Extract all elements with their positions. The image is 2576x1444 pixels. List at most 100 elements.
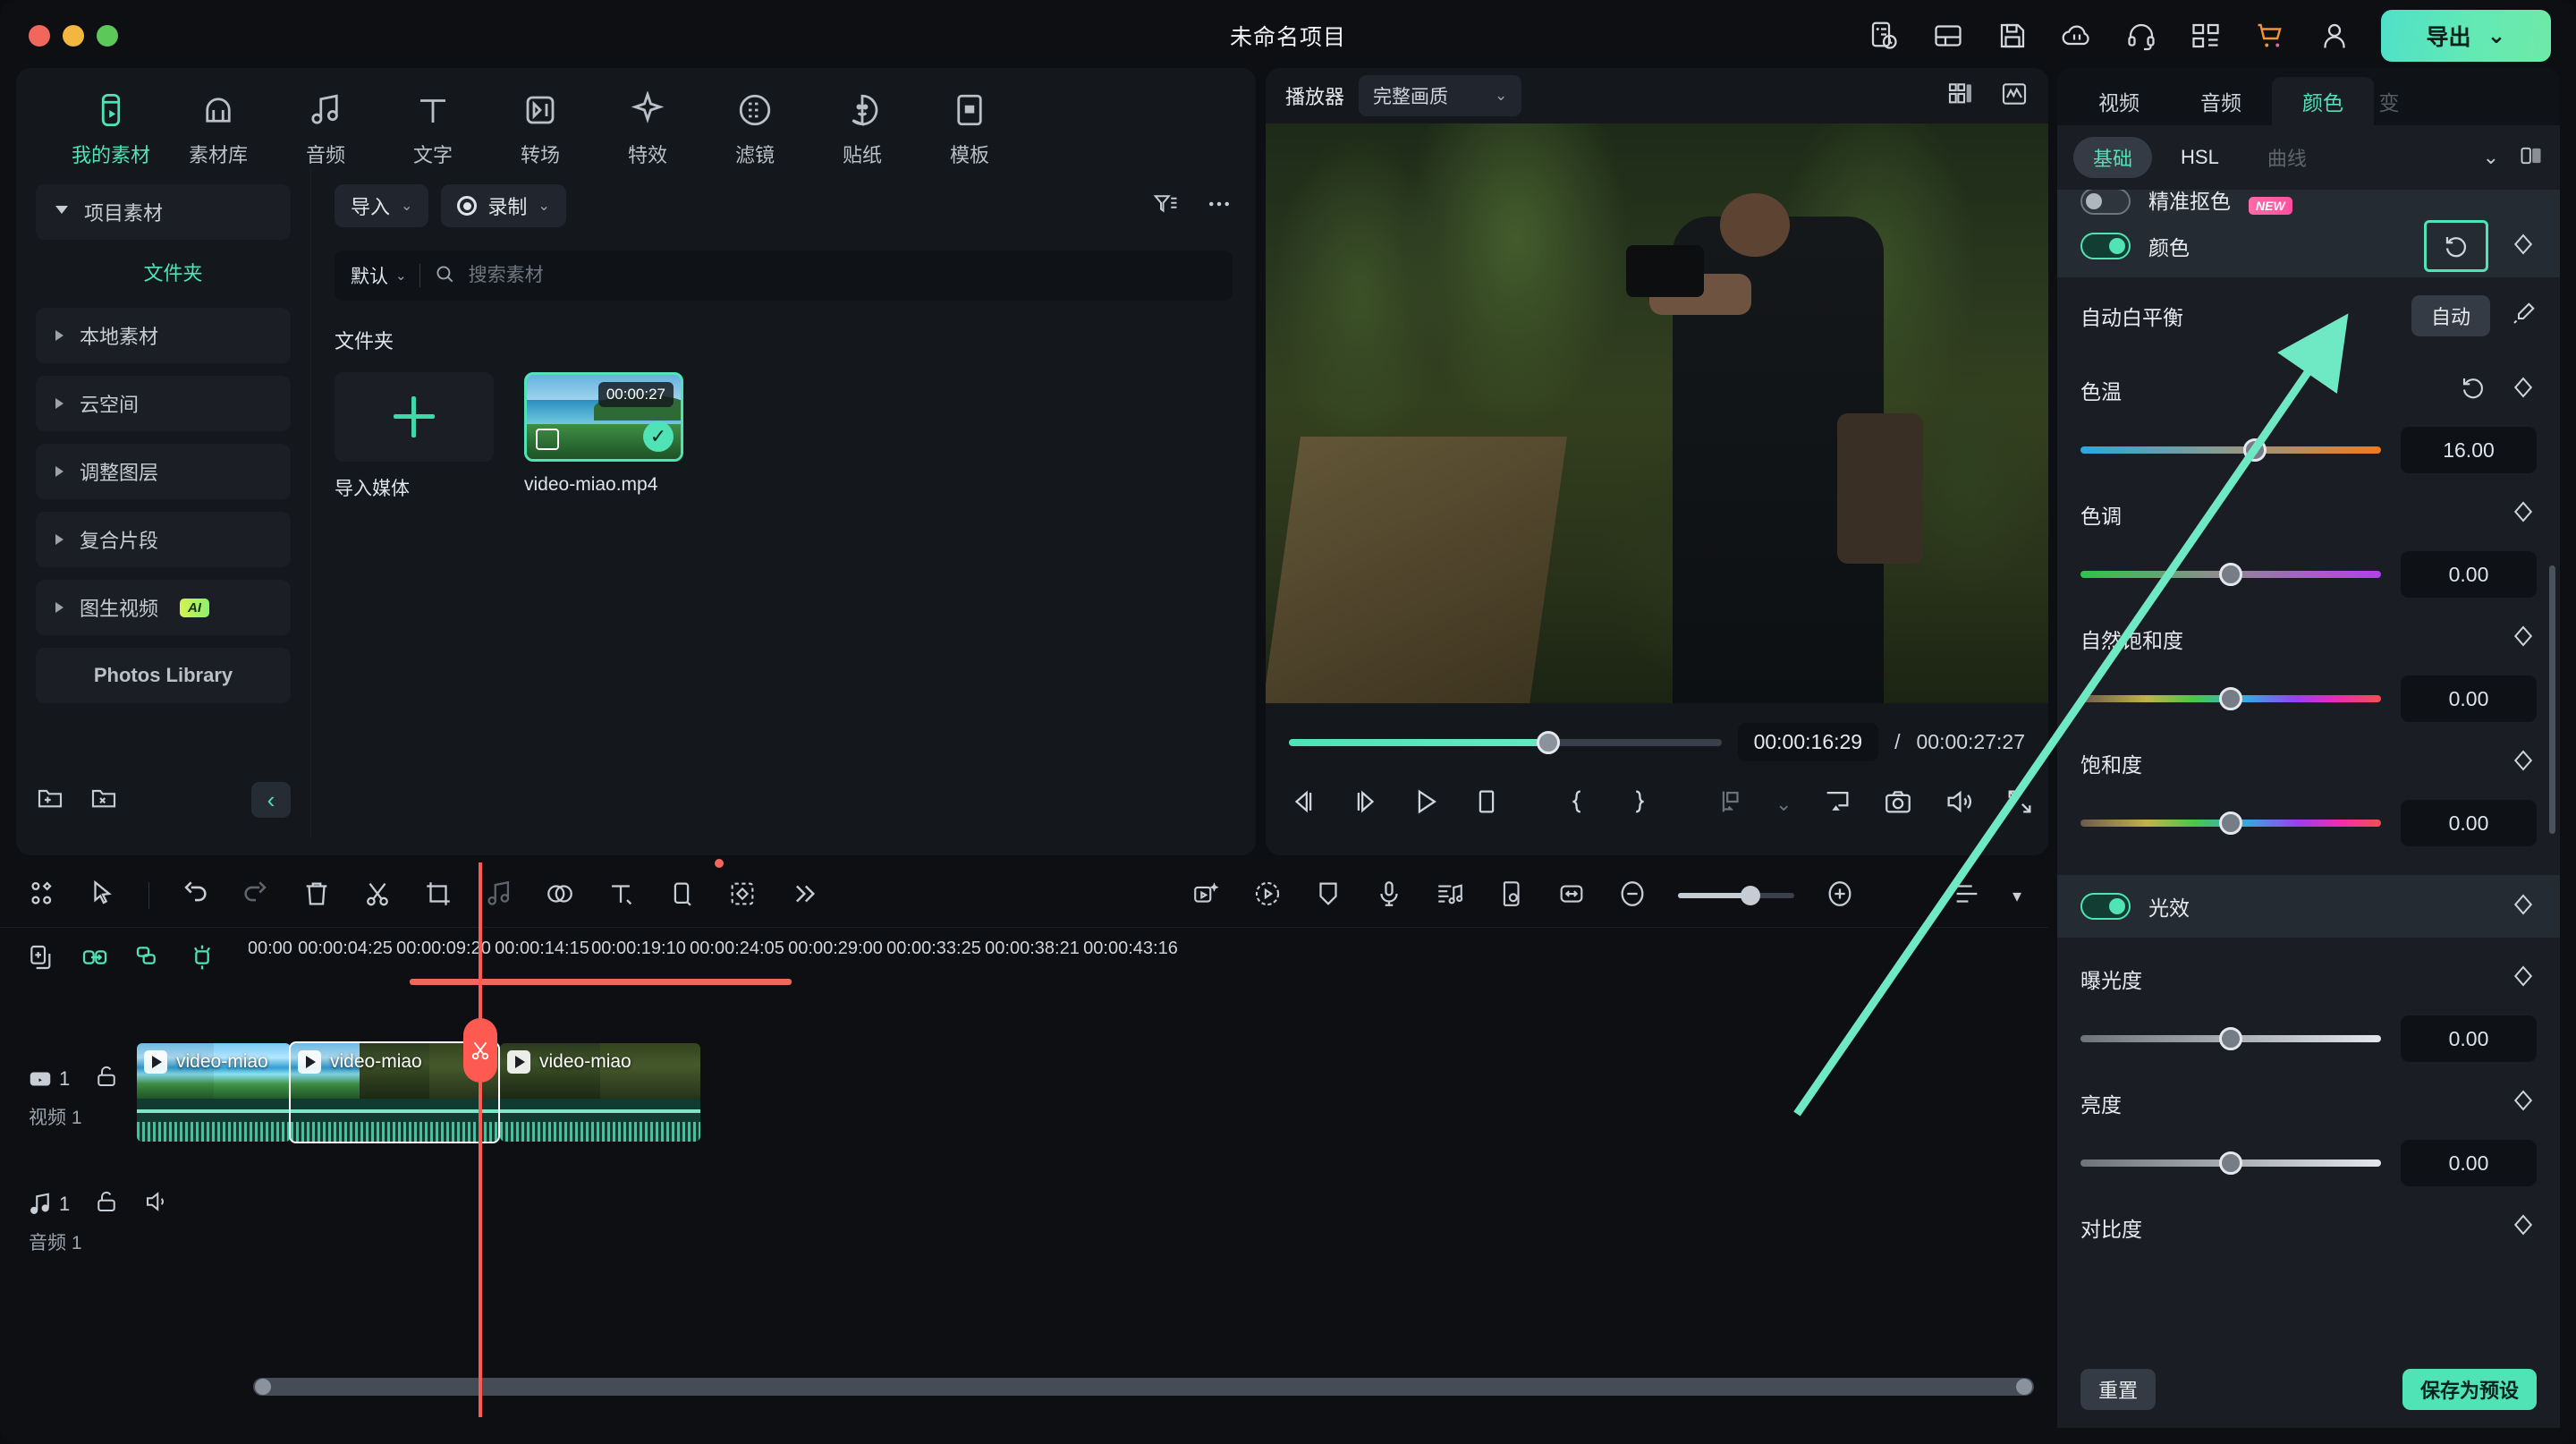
beat-sync-icon[interactable] bbox=[1435, 879, 1465, 913]
sidebar-item-adjustment-layer[interactable]: 调整图层 bbox=[36, 444, 291, 499]
subtab-hsl[interactable]: HSL bbox=[2161, 137, 2239, 178]
reset-button[interactable]: 重置 bbox=[2080, 1369, 2157, 1410]
slider-knob[interactable] bbox=[2242, 438, 2267, 462]
text-tool-icon[interactable] bbox=[606, 879, 636, 913]
sidebar-item-cloud[interactable]: 云空间 bbox=[36, 376, 291, 431]
category-filter[interactable]: 滤镜 bbox=[701, 91, 809, 168]
save-preset-button[interactable]: 保存为预设 bbox=[2402, 1369, 2537, 1410]
more-chevrons-icon[interactable] bbox=[788, 879, 818, 913]
headset-icon[interactable] bbox=[2123, 18, 2159, 54]
export-chevron-icon[interactable]: ⌄ bbox=[2487, 22, 2506, 49]
quality-dropdown[interactable]: 完整画质 ⌄ bbox=[1359, 75, 1522, 116]
compare-split-icon[interactable] bbox=[2519, 143, 2544, 173]
seek-knob[interactable] bbox=[1537, 730, 1561, 754]
speed-ramp-icon[interactable] bbox=[1252, 879, 1283, 913]
apps-grid-icon[interactable] bbox=[2188, 18, 2224, 54]
slider-knob[interactable] bbox=[2219, 1151, 2242, 1175]
auto-button[interactable]: 自动 bbox=[2411, 295, 2490, 336]
eyedropper-icon[interactable] bbox=[2510, 301, 2537, 332]
saturation-value[interactable]: 0.00 bbox=[2401, 800, 2537, 846]
section-precise-keying[interactable]: 精准抠色 NEW bbox=[2057, 190, 2560, 215]
fullscreen-icon[interactable] bbox=[2004, 786, 2035, 821]
category-stock-library[interactable]: 素材库 bbox=[165, 91, 272, 168]
subtab-basic[interactable]: 基础 bbox=[2073, 137, 2153, 178]
collapse-panel-icon[interactable]: ‹ bbox=[251, 782, 291, 818]
maximize-window-button[interactable] bbox=[97, 25, 118, 47]
minimize-window-button[interactable] bbox=[63, 25, 84, 47]
category-sticker[interactable]: 贴纸 bbox=[809, 91, 916, 168]
vibrance-slider[interactable] bbox=[2080, 687, 2381, 710]
track-chevron-icon[interactable]: ▾ bbox=[2012, 885, 2021, 907]
brightness-slider[interactable] bbox=[2080, 1151, 2381, 1175]
timeline-horizontal-scrollbar[interactable] bbox=[253, 1378, 2034, 1396]
tab-audio[interactable]: 音频 bbox=[2170, 77, 2272, 125]
mark-in-icon[interactable] bbox=[1563, 786, 1593, 821]
timeline-zoom-slider[interactable] bbox=[1677, 886, 1794, 905]
fit-timeline-icon[interactable] bbox=[1556, 879, 1587, 913]
video-preview[interactable] bbox=[1266, 123, 2048, 703]
add-track-icon[interactable] bbox=[27, 943, 55, 976]
reset-icon[interactable] bbox=[2424, 220, 2488, 272]
crop-icon[interactable] bbox=[423, 879, 453, 913]
sidebar-item-photos-library[interactable]: Photos Library bbox=[36, 648, 291, 703]
grid-view-icon[interactable] bbox=[1946, 80, 1975, 113]
tint-value[interactable]: 0.00 bbox=[2401, 551, 2537, 598]
volume-icon[interactable] bbox=[1944, 786, 1974, 821]
sidebar-item-img-to-video[interactable]: 图生视频 AI bbox=[36, 580, 291, 635]
cast-icon[interactable] bbox=[1822, 786, 1852, 821]
color-match-icon[interactable] bbox=[545, 879, 575, 913]
delete-icon[interactable] bbox=[301, 879, 332, 913]
audio-detach-icon[interactable] bbox=[484, 879, 514, 913]
keyframe-diamond-icon[interactable] bbox=[2510, 374, 2537, 405]
mute-icon[interactable] bbox=[143, 1188, 170, 1219]
section-light[interactable]: 光效 bbox=[2057, 875, 2560, 938]
sidebar-item-folder[interactable]: 文件夹 bbox=[36, 252, 291, 292]
search-input[interactable] bbox=[468, 265, 1216, 286]
temperature-value[interactable]: 16.00 bbox=[2401, 427, 2537, 473]
tab-color[interactable]: 颜色 bbox=[2272, 77, 2374, 125]
keyframe-diamond-icon[interactable] bbox=[2510, 963, 2537, 994]
temperature-slider[interactable] bbox=[2080, 438, 2381, 462]
slider-knob[interactable] bbox=[2219, 811, 2242, 835]
zoom-in-icon[interactable] bbox=[1825, 879, 1855, 913]
import-button[interactable]: 导入 ⌄ bbox=[335, 184, 429, 227]
keyframe-diamond-icon[interactable] bbox=[2510, 231, 2537, 262]
redo-icon[interactable] bbox=[241, 879, 271, 913]
ai-tools-icon[interactable] bbox=[1191, 879, 1222, 913]
lock-icon[interactable] bbox=[93, 1063, 120, 1094]
keyframe-diamond-icon[interactable] bbox=[2510, 747, 2537, 778]
snapshot-icon[interactable] bbox=[1883, 786, 1913, 821]
new-folder-icon[interactable] bbox=[36, 784, 64, 817]
voiceover-icon[interactable] bbox=[1374, 879, 1404, 913]
vibrance-value[interactable]: 0.00 bbox=[2401, 675, 2537, 722]
window-controls[interactable] bbox=[29, 25, 118, 47]
mask-tool-icon[interactable] bbox=[727, 879, 758, 913]
group-icon[interactable] bbox=[134, 943, 163, 976]
clip-tool-icon[interactable] bbox=[666, 858, 724, 913]
slider-knob[interactable] bbox=[2219, 1027, 2242, 1050]
tab-video[interactable]: 视频 bbox=[2068, 77, 2170, 125]
keyframe-diamond-icon[interactable] bbox=[2510, 1087, 2537, 1118]
timeline-clip[interactable]: video-miao bbox=[137, 1043, 291, 1142]
tab-speed[interactable]: 变 bbox=[2374, 77, 2404, 125]
section-color[interactable]: 颜色 bbox=[2057, 215, 2560, 277]
properties-scrollbar[interactable] bbox=[2549, 565, 2555, 834]
templates-grid-icon[interactable] bbox=[27, 879, 57, 913]
category-audio[interactable]: 音频 bbox=[272, 91, 379, 168]
record-button[interactable]: 录制 ⌄ bbox=[441, 184, 566, 227]
category-transition[interactable]: 转场 bbox=[487, 91, 594, 168]
media-thumbnail[interactable]: 00:00:27 ✓ bbox=[524, 372, 683, 462]
exposure-slider[interactable] bbox=[2080, 1027, 2381, 1050]
play-icon[interactable] bbox=[1411, 786, 1441, 821]
link-icon[interactable] bbox=[80, 943, 109, 976]
history-icon[interactable] bbox=[1866, 18, 1902, 54]
tint-slider[interactable] bbox=[2080, 563, 2381, 586]
track-options-icon[interactable] bbox=[1952, 879, 1982, 913]
marker-chevron-icon[interactable]: ⌄ bbox=[1775, 793, 1792, 816]
category-template[interactable]: 模板 bbox=[916, 91, 1023, 168]
category-my-media[interactable]: 我的素材 bbox=[57, 91, 165, 168]
subtab-curves[interactable]: 曲线 bbox=[2248, 137, 2326, 178]
export-button[interactable]: 导出 ⌄ bbox=[2381, 10, 2551, 62]
cart-icon[interactable] bbox=[2252, 18, 2288, 54]
auto-reframe-icon[interactable] bbox=[1496, 879, 1526, 913]
